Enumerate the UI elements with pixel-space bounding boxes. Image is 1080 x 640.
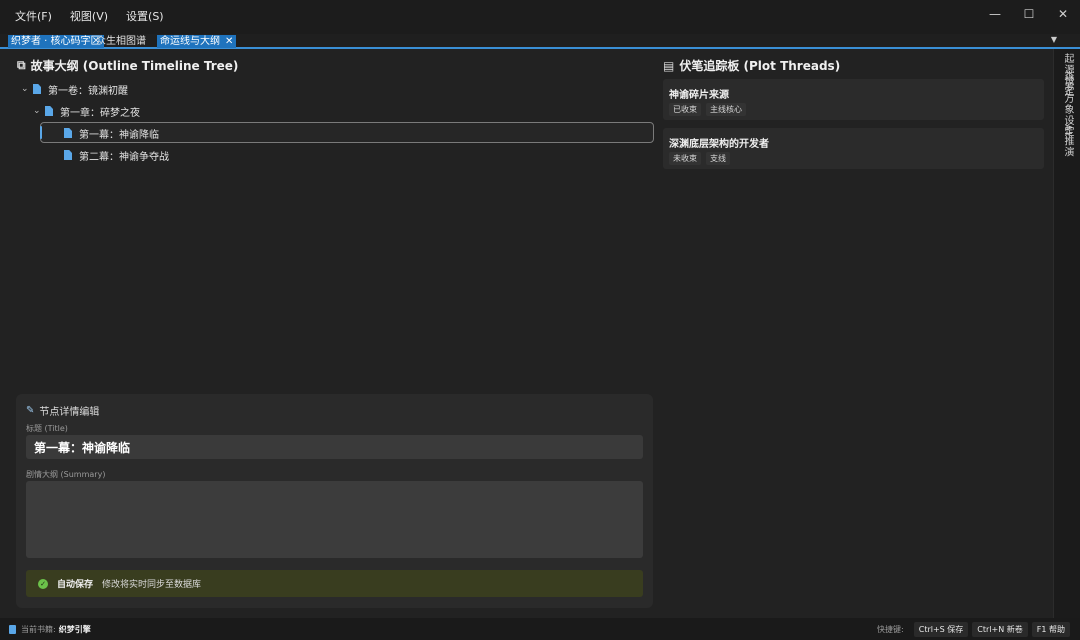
tree-item-label: 第一章：碎梦之夜: [60, 107, 140, 119]
tree-item-volume[interactable]: ⌄ 第一卷：镜渊初醒: [21, 79, 128, 99]
tree-item-label: 第一卷：镜渊初醒: [48, 85, 128, 97]
document-icon: [64, 150, 72, 160]
window-controls: — ☐ ✕: [978, 0, 1080, 28]
shortcut-new-volume: Ctrl+N 新卷: [972, 621, 1028, 637]
editor-heading: ✎ 节点详情编辑: [26, 403, 99, 418]
tree-selection-indicator: [40, 126, 42, 139]
type-badge: 主线核心: [706, 103, 746, 116]
thread-card[interactable]: 神谕碎片来源 已收束 主线核心: [663, 79, 1044, 120]
tree-item-label: 第一幕：神谕降临: [79, 129, 159, 141]
thread-title: 深渊底层架构的开发者: [669, 139, 769, 150]
document-icon: [33, 84, 41, 94]
tab-label: 织梦者 · 核心码字区: [11, 36, 101, 47]
type-badge: 支线: [706, 152, 730, 165]
tab-list-dropdown-icon[interactable]: ▼: [1051, 35, 1057, 44]
shortcut-help: F1 帮助: [1031, 621, 1070, 637]
tab-close-icon[interactable]: ✕: [225, 36, 233, 47]
summary-label: 剧情大纲 (Summary): [26, 470, 106, 479]
tree-item-label: 第二幕：神谕争夺战: [79, 151, 169, 163]
shortcut-hints: 快捷键: Ctrl+S 保存 Ctrl+N 新卷 F1 帮助: [877, 618, 1070, 640]
document-icon: [64, 128, 72, 138]
title-input[interactable]: [26, 435, 643, 459]
board-icon: ▤: [663, 58, 675, 73]
main-panel: ⧉ 故事大纲 (Outline Timeline Tree) ⌄ 第一卷：镜渊初…: [0, 49, 1053, 618]
close-window-button[interactable]: ✕: [1046, 0, 1080, 28]
threads-heading-text: 伏笔追踪板 (Plot Threads): [679, 59, 841, 73]
pencil-icon: ✎: [26, 405, 35, 416]
tree-item-scene-selected[interactable]: 第一幕：神谕降临: [52, 123, 159, 143]
title-bar: 文件(F) 视图(V) 设置(S) — ☐ ✕: [0, 0, 1080, 34]
autosave-title: 自动保存: [57, 580, 94, 590]
tab-strip: 织梦者 · 核心码字区 众生相图谱 命运线与大纲 ✕ ▼: [0, 34, 1080, 49]
title-label: 标题 (Title): [26, 424, 68, 433]
book-icon: [9, 624, 16, 634]
tree-item-chapter[interactable]: ⌄ 第一章：碎梦之夜: [33, 101, 140, 121]
minimize-button[interactable]: —: [978, 0, 1012, 28]
outline-heading: ⧉ 故事大纲 (Outline Timeline Tree): [17, 57, 238, 74]
current-book-label: 当前书籍:: [21, 624, 56, 634]
shortcuts-label: 快捷键:: [877, 624, 904, 634]
menu-settings[interactable]: 设置(S): [117, 0, 173, 34]
outline-tree-icon: ⧉: [17, 58, 26, 72]
chevron-down-icon[interactable]: ⌄: [33, 106, 45, 116]
menu-view[interactable]: 视图(V): [61, 0, 117, 34]
thread-card[interactable]: 深渊底层架构的开发者 未收束 支线: [663, 128, 1044, 169]
thread-tags: 已收束 主线核心: [669, 103, 751, 116]
shortcut-save: Ctrl+S 保存: [913, 621, 969, 637]
check-circle-icon: ✓: [38, 578, 48, 589]
tab-label: 众生相图谱: [96, 36, 146, 47]
editor-heading-text: 节点详情编辑: [39, 407, 100, 418]
tree-item-scene[interactable]: 第二幕：神谕争夺战: [52, 145, 169, 165]
document-icon: [45, 106, 53, 116]
maximize-button[interactable]: ☐: [1012, 0, 1046, 28]
menu-bar: 文件(F) 视图(V) 设置(S): [6, 0, 173, 34]
autosave-text: 修改将实时同步至数据库: [102, 580, 202, 590]
side-tab-strip: 起源设定 森罗万象设定 AI推演: [1053, 49, 1080, 618]
side-tab-ai[interactable]: AI推演: [1060, 124, 1075, 158]
chevron-down-icon[interactable]: ⌄: [21, 84, 33, 94]
status-badge: 已收束: [669, 103, 701, 116]
threads-heading: ▤ 伏笔追踪板 (Plot Threads): [663, 57, 840, 74]
outline-heading-text: 故事大纲 (Outline Timeline Tree): [30, 59, 239, 73]
thread-tags: 未收束 支线: [669, 152, 735, 165]
status-bar: 当前书籍: 织梦引擎 快捷键: Ctrl+S 保存 Ctrl+N 新卷 F1 帮…: [0, 618, 1080, 640]
thread-title: 神谕碎片来源: [669, 90, 729, 101]
node-detail-editor: ✎ 节点详情编辑 标题 (Title) 剧情大纲 (Summary) ✓ 自动保…: [16, 394, 653, 608]
summary-textarea[interactable]: [26, 481, 643, 558]
tab-core-writing[interactable]: 织梦者 · 核心码字区: [8, 35, 104, 48]
menu-file[interactable]: 文件(F): [6, 0, 61, 34]
status-badge: 未收束: [669, 152, 701, 165]
tab-fate-outline[interactable]: 命运线与大纲 ✕: [157, 35, 237, 48]
autosave-banner: ✓ 自动保存 修改将实时同步至数据库: [26, 570, 643, 597]
current-book-name: 织梦引擎: [58, 624, 91, 634]
tab-character-map[interactable]: 众生相图谱: [93, 35, 149, 48]
tab-label: 命运线与大纲: [160, 36, 220, 47]
